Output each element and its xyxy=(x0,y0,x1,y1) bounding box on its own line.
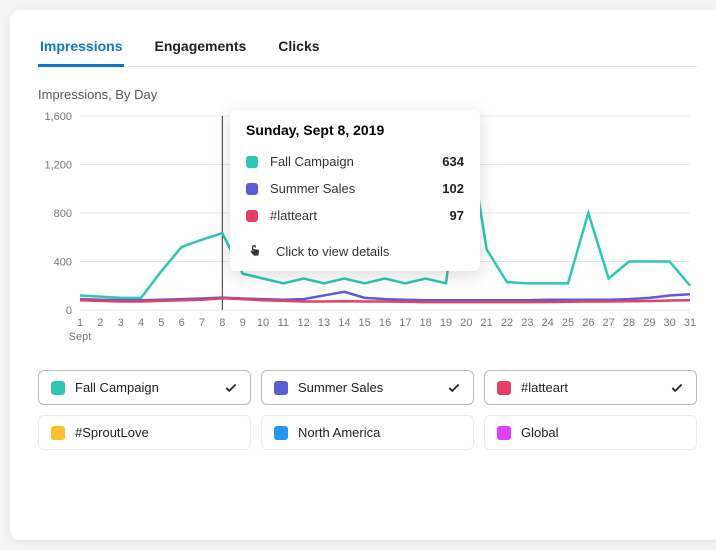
svg-text:13: 13 xyxy=(318,317,330,329)
legend-swatch xyxy=(51,426,65,440)
svg-text:800: 800 xyxy=(54,208,72,220)
tooltip-row: Summer Sales102 xyxy=(246,175,464,202)
metric-tabs: Impressions Engagements Clicks xyxy=(38,32,698,67)
svg-text:26: 26 xyxy=(582,317,594,329)
svg-text:1: 1 xyxy=(77,317,83,329)
svg-text:23: 23 xyxy=(521,317,533,329)
analytics-card: Impressions Engagements Clicks Impressions… xyxy=(10,10,716,540)
svg-text:0: 0 xyxy=(66,305,72,317)
tooltip-footer[interactable]: Click to view details xyxy=(246,233,464,259)
svg-text:14: 14 xyxy=(338,317,350,329)
svg-text:7: 7 xyxy=(199,317,205,329)
svg-text:6: 6 xyxy=(179,317,185,329)
tap-icon xyxy=(246,243,262,259)
svg-text:29: 29 xyxy=(643,317,655,329)
chart-subtitle: Impressions, By Day xyxy=(38,87,698,102)
svg-text:1,600: 1,600 xyxy=(44,111,72,123)
svg-text:8: 8 xyxy=(219,317,225,329)
check-icon xyxy=(670,381,684,395)
tooltip-row: Fall Campaign634 xyxy=(246,148,464,175)
svg-text:9: 9 xyxy=(240,317,246,329)
svg-text:12: 12 xyxy=(298,317,310,329)
svg-text:400: 400 xyxy=(54,257,72,269)
svg-text:1,200: 1,200 xyxy=(44,160,72,172)
svg-text:31: 31 xyxy=(684,317,696,329)
legend-label: #SproutLove xyxy=(75,425,238,440)
svg-text:15: 15 xyxy=(359,317,371,329)
svg-text:2: 2 xyxy=(97,317,103,329)
svg-text:19: 19 xyxy=(440,317,452,329)
legend-label: #latteart xyxy=(521,380,670,395)
tooltip-series-value: 634 xyxy=(442,154,464,169)
check-icon xyxy=(224,381,238,395)
legend-swatch xyxy=(51,381,65,395)
svg-text:Sept: Sept xyxy=(69,331,92,343)
series-swatch xyxy=(246,156,258,168)
series-legend: Fall Campaign Summer Sales #latteart #Sprou… xyxy=(38,370,698,450)
svg-text:28: 28 xyxy=(623,317,635,329)
series-swatch xyxy=(246,183,258,195)
legend-label: Summer Sales xyxy=(298,380,447,395)
tooltip-date: Sunday, Sept 8, 2019 xyxy=(246,122,464,138)
svg-text:27: 27 xyxy=(603,317,615,329)
tab-engagements[interactable]: Engagements xyxy=(152,32,248,66)
tab-clicks[interactable]: Clicks xyxy=(276,32,321,66)
tooltip-series-label: Fall Campaign xyxy=(270,154,442,169)
tooltip-footer-text: Click to view details xyxy=(276,244,389,259)
tooltip-series-label: #latteart xyxy=(270,208,450,223)
legend-swatch xyxy=(274,381,288,395)
legend-item[interactable]: #latteart xyxy=(484,370,697,405)
series-swatch xyxy=(246,210,258,222)
legend-label: Fall Campaign xyxy=(75,380,224,395)
chart-tooltip[interactable]: Sunday, Sept 8, 2019 Fall Campaign634Sum… xyxy=(230,110,480,271)
svg-text:24: 24 xyxy=(542,317,554,329)
tooltip-series-label: Summer Sales xyxy=(270,181,442,196)
svg-text:16: 16 xyxy=(379,317,391,329)
tab-impressions[interactable]: Impressions xyxy=(38,32,124,67)
legend-item[interactable]: North America xyxy=(261,415,474,450)
svg-text:4: 4 xyxy=(138,317,144,329)
svg-text:21: 21 xyxy=(481,317,493,329)
chart-area[interactable]: 04008001,2001,60012345678910111213141516… xyxy=(38,108,698,348)
svg-text:30: 30 xyxy=(664,317,676,329)
legend-swatch xyxy=(497,381,511,395)
legend-swatch xyxy=(274,426,288,440)
legend-item[interactable]: Summer Sales xyxy=(261,370,474,405)
legend-label: Global xyxy=(521,425,684,440)
svg-text:3: 3 xyxy=(118,317,124,329)
tooltip-row: #latteart97 xyxy=(246,202,464,229)
svg-text:20: 20 xyxy=(460,317,472,329)
svg-text:18: 18 xyxy=(420,317,432,329)
tooltip-series-value: 97 xyxy=(450,208,464,223)
svg-text:25: 25 xyxy=(562,317,574,329)
legend-label: North America xyxy=(298,425,461,440)
svg-text:5: 5 xyxy=(158,317,164,329)
tooltip-series-value: 102 xyxy=(442,181,464,196)
svg-text:17: 17 xyxy=(399,317,411,329)
svg-text:22: 22 xyxy=(501,317,513,329)
svg-text:10: 10 xyxy=(257,317,269,329)
legend-item[interactable]: Global xyxy=(484,415,697,450)
legend-item[interactable]: #SproutLove xyxy=(38,415,251,450)
legend-item[interactable]: Fall Campaign xyxy=(38,370,251,405)
legend-swatch xyxy=(497,426,511,440)
svg-text:11: 11 xyxy=(278,317,289,329)
check-icon xyxy=(447,381,461,395)
